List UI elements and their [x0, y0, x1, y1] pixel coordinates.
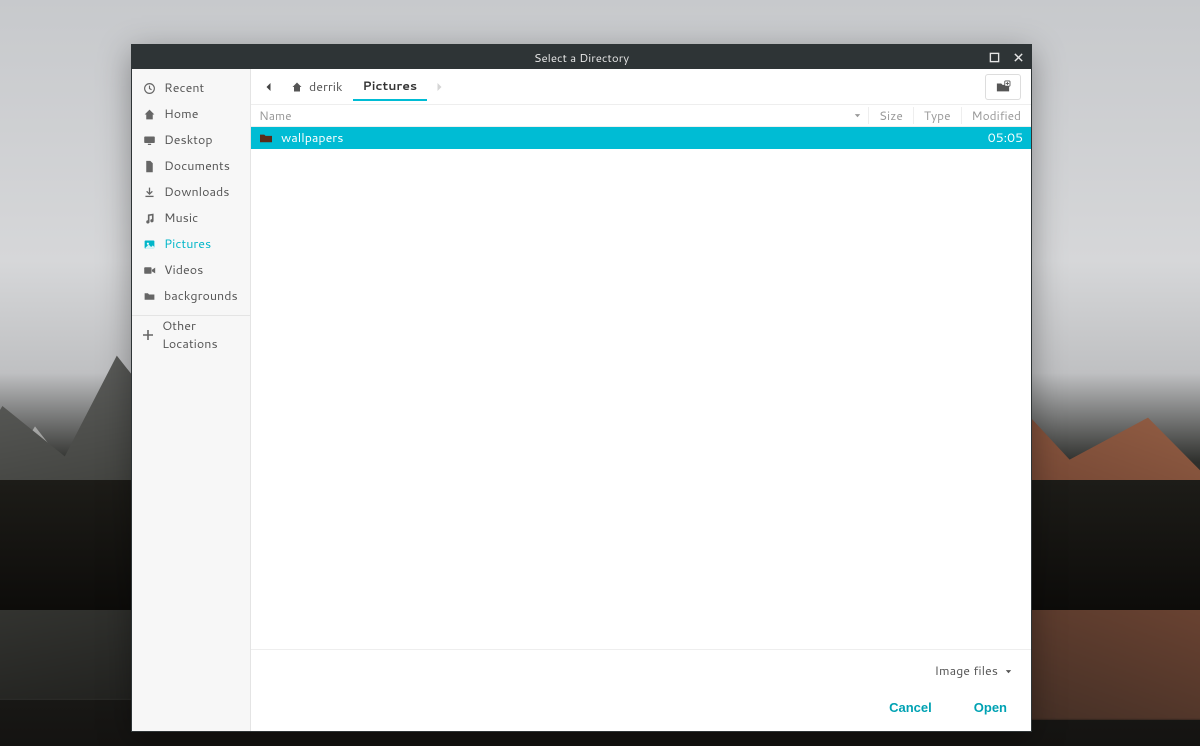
sidebar-item-home[interactable]: Home: [132, 101, 250, 127]
column-name[interactable]: Name: [259, 107, 868, 124]
file-modified: 05:05: [988, 129, 1023, 147]
breadcrumb-label: derrik: [309, 78, 343, 96]
sidebar-item-desktop[interactable]: Desktop: [132, 127, 250, 153]
cancel-button[interactable]: Cancel: [885, 694, 936, 721]
document-icon: [142, 160, 156, 173]
sidebar-item-label: Desktop: [164, 131, 213, 149]
main-pane: derrik Pictures Name: [251, 69, 1031, 731]
column-size[interactable]: Size: [868, 107, 913, 124]
titlebar: Select a Directory: [132, 45, 1031, 69]
sidebar-item-pictures[interactable]: Pictures: [132, 231, 250, 257]
close-button[interactable]: [1011, 50, 1025, 64]
pictures-icon: [142, 238, 156, 251]
sidebar-item-other-locations[interactable]: Other Locations: [132, 322, 250, 348]
sidebar-item-label: Recent: [164, 79, 204, 97]
sidebar-item-label: Music: [164, 209, 198, 227]
back-button[interactable]: [257, 75, 281, 99]
file-chooser-dialog: Select a Directory Recent Home: [131, 44, 1032, 732]
plus-icon: [142, 329, 154, 341]
sidebar-item-documents[interactable]: Documents: [132, 153, 250, 179]
dialog-footer: Image files Cancel Open: [251, 649, 1031, 731]
download-icon: [142, 186, 156, 199]
sidebar-item-label: Home: [164, 105, 198, 123]
sidebar-item-backgrounds[interactable]: backgrounds: [132, 283, 250, 309]
places-sidebar: Recent Home Desktop Documents: [132, 69, 251, 731]
clock-icon: [142, 82, 156, 95]
open-button[interactable]: Open: [970, 694, 1011, 721]
sidebar-item-label: Documents: [164, 157, 230, 175]
sidebar-item-label: Other Locations: [162, 317, 240, 353]
folder-icon: [259, 132, 273, 144]
sidebar-item-label: backgrounds: [164, 287, 238, 305]
new-folder-icon: [995, 80, 1011, 94]
breadcrumb-label: Pictures: [363, 77, 418, 95]
sidebar-item-label: Pictures: [164, 235, 211, 253]
file-type-filter[interactable]: Image files: [931, 658, 1017, 684]
music-icon: [142, 212, 156, 225]
chevron-down-icon: [1004, 667, 1013, 676]
file-name: wallpapers: [281, 129, 980, 147]
divider: [132, 315, 250, 316]
sidebar-item-label: Videos: [164, 261, 203, 279]
forward-button[interactable]: [427, 75, 451, 99]
new-folder-button[interactable]: [985, 74, 1021, 100]
breadcrumb-current[interactable]: Pictures: [353, 73, 428, 101]
sidebar-item-label: Downloads: [164, 183, 229, 201]
sidebar-item-recent[interactable]: Recent: [132, 75, 250, 101]
folder-icon: [142, 290, 156, 303]
home-icon: [142, 108, 156, 121]
window-title: Select a Directory: [534, 49, 629, 66]
sort-indicator-icon: [853, 111, 862, 120]
filter-label: Image files: [935, 662, 998, 680]
sidebar-item-music[interactable]: Music: [132, 205, 250, 231]
path-toolbar: derrik Pictures: [251, 69, 1031, 105]
column-modified[interactable]: Modified: [961, 107, 1031, 124]
videos-icon: [142, 264, 156, 277]
desktop-icon: [142, 134, 156, 147]
column-headers: Name Size Type Modified: [251, 105, 1031, 127]
breadcrumb-home[interactable]: derrik: [281, 73, 353, 101]
column-type[interactable]: Type: [913, 107, 961, 124]
list-item[interactable]: wallpapers 05:05: [251, 127, 1031, 149]
maximize-button[interactable]: [987, 50, 1001, 64]
sidebar-item-downloads[interactable]: Downloads: [132, 179, 250, 205]
file-list[interactable]: wallpapers 05:05: [251, 127, 1031, 649]
home-icon: [291, 81, 303, 93]
sidebar-item-videos[interactable]: Videos: [132, 257, 250, 283]
